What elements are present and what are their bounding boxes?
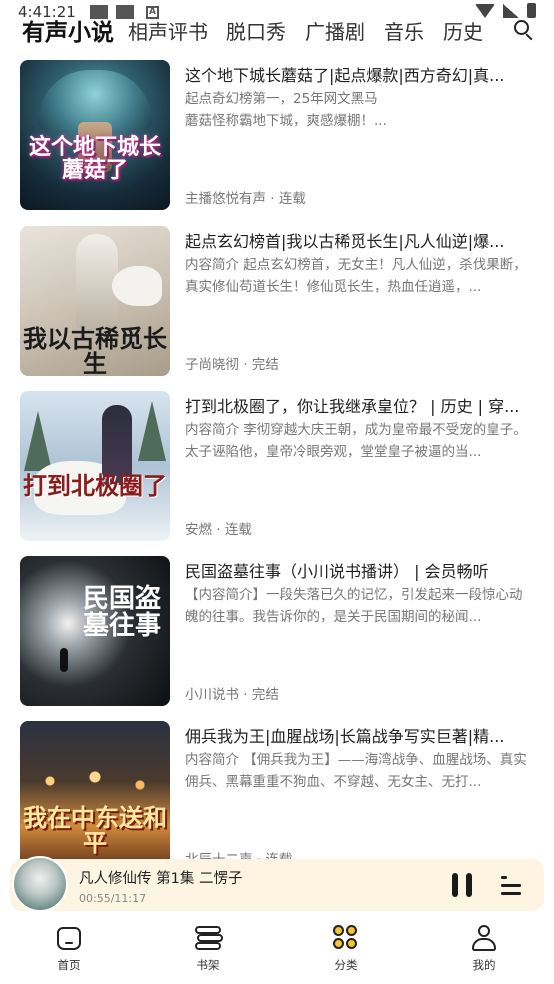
- tab-history[interactable]: 历史: [443, 16, 483, 45]
- playlist-icon[interactable]: [501, 875, 523, 897]
- book-description: 【内容简介】一段失落已久的记忆，引发起来一段惊心动魄的往事。我告诉你的，是关于民…: [185, 587, 523, 625]
- nav-category-label: 分类: [334, 958, 358, 972]
- list-item[interactable]: 打到北极圈了 打到北极圈了，你让我继承皇位？ | 历史 | 穿... 内容简介 …: [0, 391, 554, 543]
- player-title: 凡人修仙传 第1集 二愣子: [79, 871, 243, 887]
- book-description: 内容简介 【佣兵我为王】——海湾战争、血腥战场、真实佣兵、黑幕重重不狗血、不穿越…: [185, 752, 527, 790]
- book-title: 民国盗墓往事（小川说书播讲） | 会员畅听: [185, 562, 489, 581]
- book-title: 起点玄幻榜首|我以古稀觅长生|凡人仙逆|爆...: [185, 232, 505, 251]
- book-description: 起点奇幻榜第一，25年网文黑马 蘑菇怪称霸地下城，爽感爆棚！...: [185, 91, 387, 129]
- nav-home[interactable]: 首页: [29, 924, 109, 973]
- book-title: 这个地下城长蘑菇了|起点爆款|西方奇幻|真...: [185, 66, 505, 85]
- tab-music[interactable]: 音乐: [384, 16, 424, 45]
- category-icon: [332, 924, 360, 952]
- book-cover[interactable]: 民国盗墓往事: [20, 556, 170, 706]
- cover-title: 我在中东送和平: [23, 803, 167, 858]
- cover-title: 这个地下城长蘑菇了: [28, 134, 161, 184]
- book-cover[interactable]: 我在中东送和平: [20, 721, 170, 860]
- book-meta: 主播悠悦有声 · 连载: [185, 191, 306, 207]
- book-description: 内容简介 李彻穿越大庆王朝，成为皇帝最不受宠的皇子。太子诬陷他，皇帝冷眼旁观，堂…: [185, 422, 527, 460]
- bookshelf-icon: [194, 924, 223, 952]
- book-cover[interactable]: 打到北极圈了: [20, 391, 170, 541]
- tab-audio-novel[interactable]: 有声小说: [22, 13, 114, 47]
- nav-bookshelf-label: 书架: [196, 958, 220, 972]
- book-meta: 子尚晓彻 · 完结: [185, 357, 279, 373]
- list-item[interactable]: 民国盗墓往事 民国盗墓往事（小川说书播讲） | 会员畅听 【内容简介】一段失落已…: [0, 556, 554, 708]
- list-item[interactable]: 我以古稀觅长生 起点玄幻榜首|我以古稀觅长生|凡人仙逆|爆... 内容简介 起点…: [0, 226, 554, 378]
- top-nav: 有声小说 相声评书 脱口秀 广播剧 音乐 历史: [0, 12, 554, 48]
- cover-title: 打到北极圈了: [23, 471, 167, 500]
- book-description: 内容简介 起点玄幻榜首，无女主！凡人仙逆，杀伐果断，真实修仙苟道长生！修仙觅长生…: [185, 257, 527, 295]
- pause-icon[interactable]: [452, 873, 474, 897]
- cover-title: 民国盗墓往事: [82, 584, 161, 642]
- book-title: 佣兵我为王|血腥战场|长篇战争写实巨著|精...: [185, 727, 505, 746]
- book-list: 这个地下城长蘑菇了 这个地下城长蘑菇了|起点爆款|西方奇幻|真... 起点奇幻榜…: [0, 60, 554, 860]
- book-cover[interactable]: 我以古稀觅长生: [20, 226, 170, 376]
- nav-profile-label: 我的: [472, 958, 496, 972]
- book-cover[interactable]: 这个地下城长蘑菇了: [20, 60, 170, 210]
- player-cover[interactable]: [12, 856, 68, 912]
- tab-talk-show[interactable]: 脱口秀: [226, 16, 286, 45]
- mini-player[interactable]: 凡人修仙传 第1集 二愣子 00:55/11:17: [10, 856, 544, 912]
- nav-category[interactable]: 分类: [306, 924, 386, 973]
- search-icon[interactable]: [514, 20, 534, 41]
- home-icon: [55, 924, 83, 952]
- book-title: 打到北极圈了，你让我继承皇位？ | 历史 | 穿...: [185, 397, 520, 416]
- book-meta: 小川说书 · 完结: [185, 687, 279, 703]
- tab-radio-drama[interactable]: 广播剧: [305, 16, 365, 45]
- list-item[interactable]: 这个地下城长蘑菇了 这个地下城长蘑菇了|起点爆款|西方奇幻|真... 起点奇幻榜…: [0, 60, 554, 212]
- cover-title: 我以古稀觅长生: [23, 324, 167, 376]
- book-meta: 安燃 · 连载: [185, 522, 252, 538]
- tab-crosstalk[interactable]: 相声评书: [128, 16, 208, 45]
- player-time: 00:55/11:17: [79, 892, 147, 905]
- nav-profile[interactable]: 我的: [444, 924, 524, 973]
- list-item[interactable]: 我在中东送和平 佣兵我为王|血腥战场|长篇战争写实巨著|精... 内容简介 【佣…: [0, 721, 554, 860]
- profile-icon: [470, 924, 498, 952]
- nav-bookshelf[interactable]: 书架: [168, 924, 248, 973]
- nav-home-label: 首页: [57, 958, 81, 972]
- bottom-nav: 首页 书架 分类 我的: [0, 916, 554, 984]
